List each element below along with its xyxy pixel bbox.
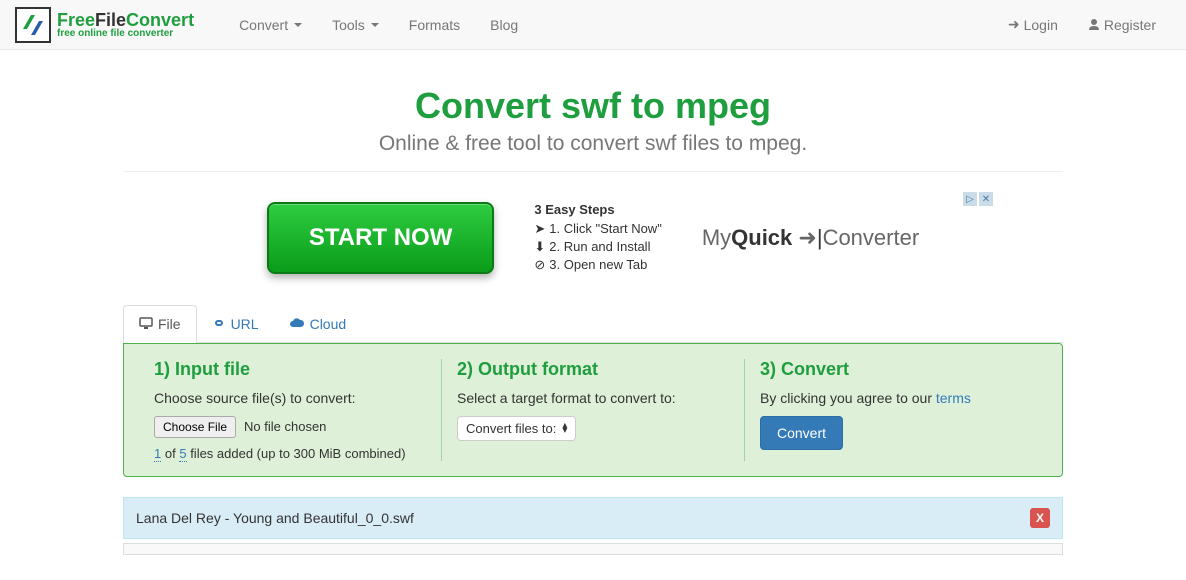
monitor-icon — [139, 316, 153, 332]
tab-cloud[interactable]: Cloud — [274, 305, 362, 343]
ad-brand[interactable]: MyQuick ➜|Converter — [702, 225, 919, 251]
chevron-down-icon — [371, 23, 379, 27]
nav-right: ➜ Login Register — [993, 6, 1171, 43]
file-row: Lana Del Rey - Young and Beautiful_0_0.s… — [123, 497, 1063, 539]
ad-info-icon[interactable]: ▷ — [963, 192, 977, 206]
nav-blog-label: Blog — [490, 17, 518, 33]
nav-tools-label: Tools — [332, 17, 365, 33]
ad-steps-title: 3 Easy Steps — [534, 202, 661, 217]
page-title: Convert swf to mpeg — [123, 85, 1063, 127]
input-prompt: Choose source file(s) to convert: — [154, 390, 426, 406]
logo[interactable]: FreeFileConvert free online file convert… — [15, 7, 194, 43]
nav-blog[interactable]: Blog — [475, 7, 533, 43]
nav-register[interactable]: Register — [1073, 6, 1171, 43]
choose-file-button[interactable]: Choose File — [154, 416, 236, 438]
tab-file[interactable]: File — [123, 305, 197, 343]
navbar: FreeFileConvert free online file convert… — [0, 0, 1186, 50]
nav-formats-label: Formats — [409, 17, 460, 33]
check-icon: ⊘ — [534, 256, 545, 274]
ad-banner: START NOW 3 Easy Steps ➤1. Click "Start … — [193, 192, 993, 285]
nav-login-label: Login — [1024, 17, 1058, 33]
nav-login[interactable]: ➜ Login — [993, 6, 1073, 43]
page-subtitle: Online & free tool to convert swf files … — [123, 132, 1063, 172]
input-heading: 1) Input file — [154, 359, 426, 380]
file-limit: 1 of 5 files added (up to 300 MiB combin… — [154, 446, 426, 461]
panel-output: 2) Output format Select a target format … — [442, 359, 745, 461]
no-file-label: No file chosen — [244, 419, 326, 434]
logo-word-free: Free — [57, 10, 95, 30]
file-count-current[interactable]: 1 — [154, 446, 161, 462]
tab-url[interactable]: URL — [197, 305, 274, 343]
output-heading: 2) Output format — [457, 359, 729, 380]
nav-items: Convert Tools Formats Blog — [224, 7, 993, 43]
format-select[interactable]: Convert files to: ▴▾ — [457, 416, 576, 441]
nav-register-label: Register — [1104, 17, 1156, 33]
cloud-icon — [289, 316, 305, 332]
panel-input: 1) Input file Choose source file(s) to c… — [139, 359, 442, 461]
link-icon — [212, 316, 226, 332]
file-count-max[interactable]: 5 — [179, 446, 186, 462]
chevron-down-icon — [294, 23, 302, 27]
panel-convert: 3) Convert By clicking you agree to our … — [745, 359, 1047, 461]
convert-heading: 3) Convert — [760, 359, 1032, 380]
source-tabs: File URL Cloud — [123, 305, 1063, 343]
nav-convert-label: Convert — [239, 17, 288, 33]
nav-tools[interactable]: Tools — [317, 7, 394, 43]
file-remove-button[interactable]: X — [1030, 508, 1050, 528]
download-icon: ⬇ — [534, 238, 545, 256]
ad-step-1: ➤1. Click "Start Now" — [534, 220, 661, 238]
nav-convert[interactable]: Convert — [224, 7, 317, 43]
logo-tagline: free online file converter — [57, 29, 194, 39]
terms-link[interactable]: terms — [936, 390, 971, 406]
ad-steps: 3 Easy Steps ➤1. Click "Start Now" ⬇2. R… — [534, 202, 661, 275]
logo-icon — [15, 7, 51, 43]
convert-button[interactable]: Convert — [760, 416, 843, 450]
convert-panel: 1) Input file Choose source file(s) to c… — [123, 343, 1063, 477]
logo-word-convert: Convert — [126, 10, 194, 30]
select-arrows-icon: ▴▾ — [562, 423, 567, 433]
user-icon — [1088, 17, 1100, 33]
ad-step-3: ⊘3. Open new Tab — [534, 256, 661, 274]
cursor-icon: ➤ — [534, 220, 545, 238]
ad-controls: ▷ ✕ — [963, 192, 993, 206]
logo-text: FreeFileConvert free online file convert… — [57, 11, 194, 39]
tab-file-label: File — [158, 316, 181, 332]
file-name: Lana Del Rey - Young and Beautiful_0_0.s… — [136, 510, 414, 526]
login-icon: ➜ — [1008, 16, 1020, 33]
ad-step-2: ⬇2. Run and Install — [534, 238, 661, 256]
arrow-right-icon: ➜ — [798, 225, 816, 250]
agree-text: By clicking you agree to our terms — [760, 390, 1032, 406]
start-now-button[interactable]: START NOW — [267, 202, 495, 274]
format-select-label: Convert files to: — [466, 421, 556, 436]
nav-formats[interactable]: Formats — [394, 7, 475, 43]
output-prompt: Select a target format to convert to: — [457, 390, 729, 406]
logo-word-file: File — [95, 10, 126, 30]
tab-cloud-label: Cloud — [310, 316, 347, 332]
tab-url-label: URL — [231, 316, 259, 332]
file-row-placeholder — [123, 543, 1063, 555]
ad-close-icon[interactable]: ✕ — [979, 192, 993, 206]
